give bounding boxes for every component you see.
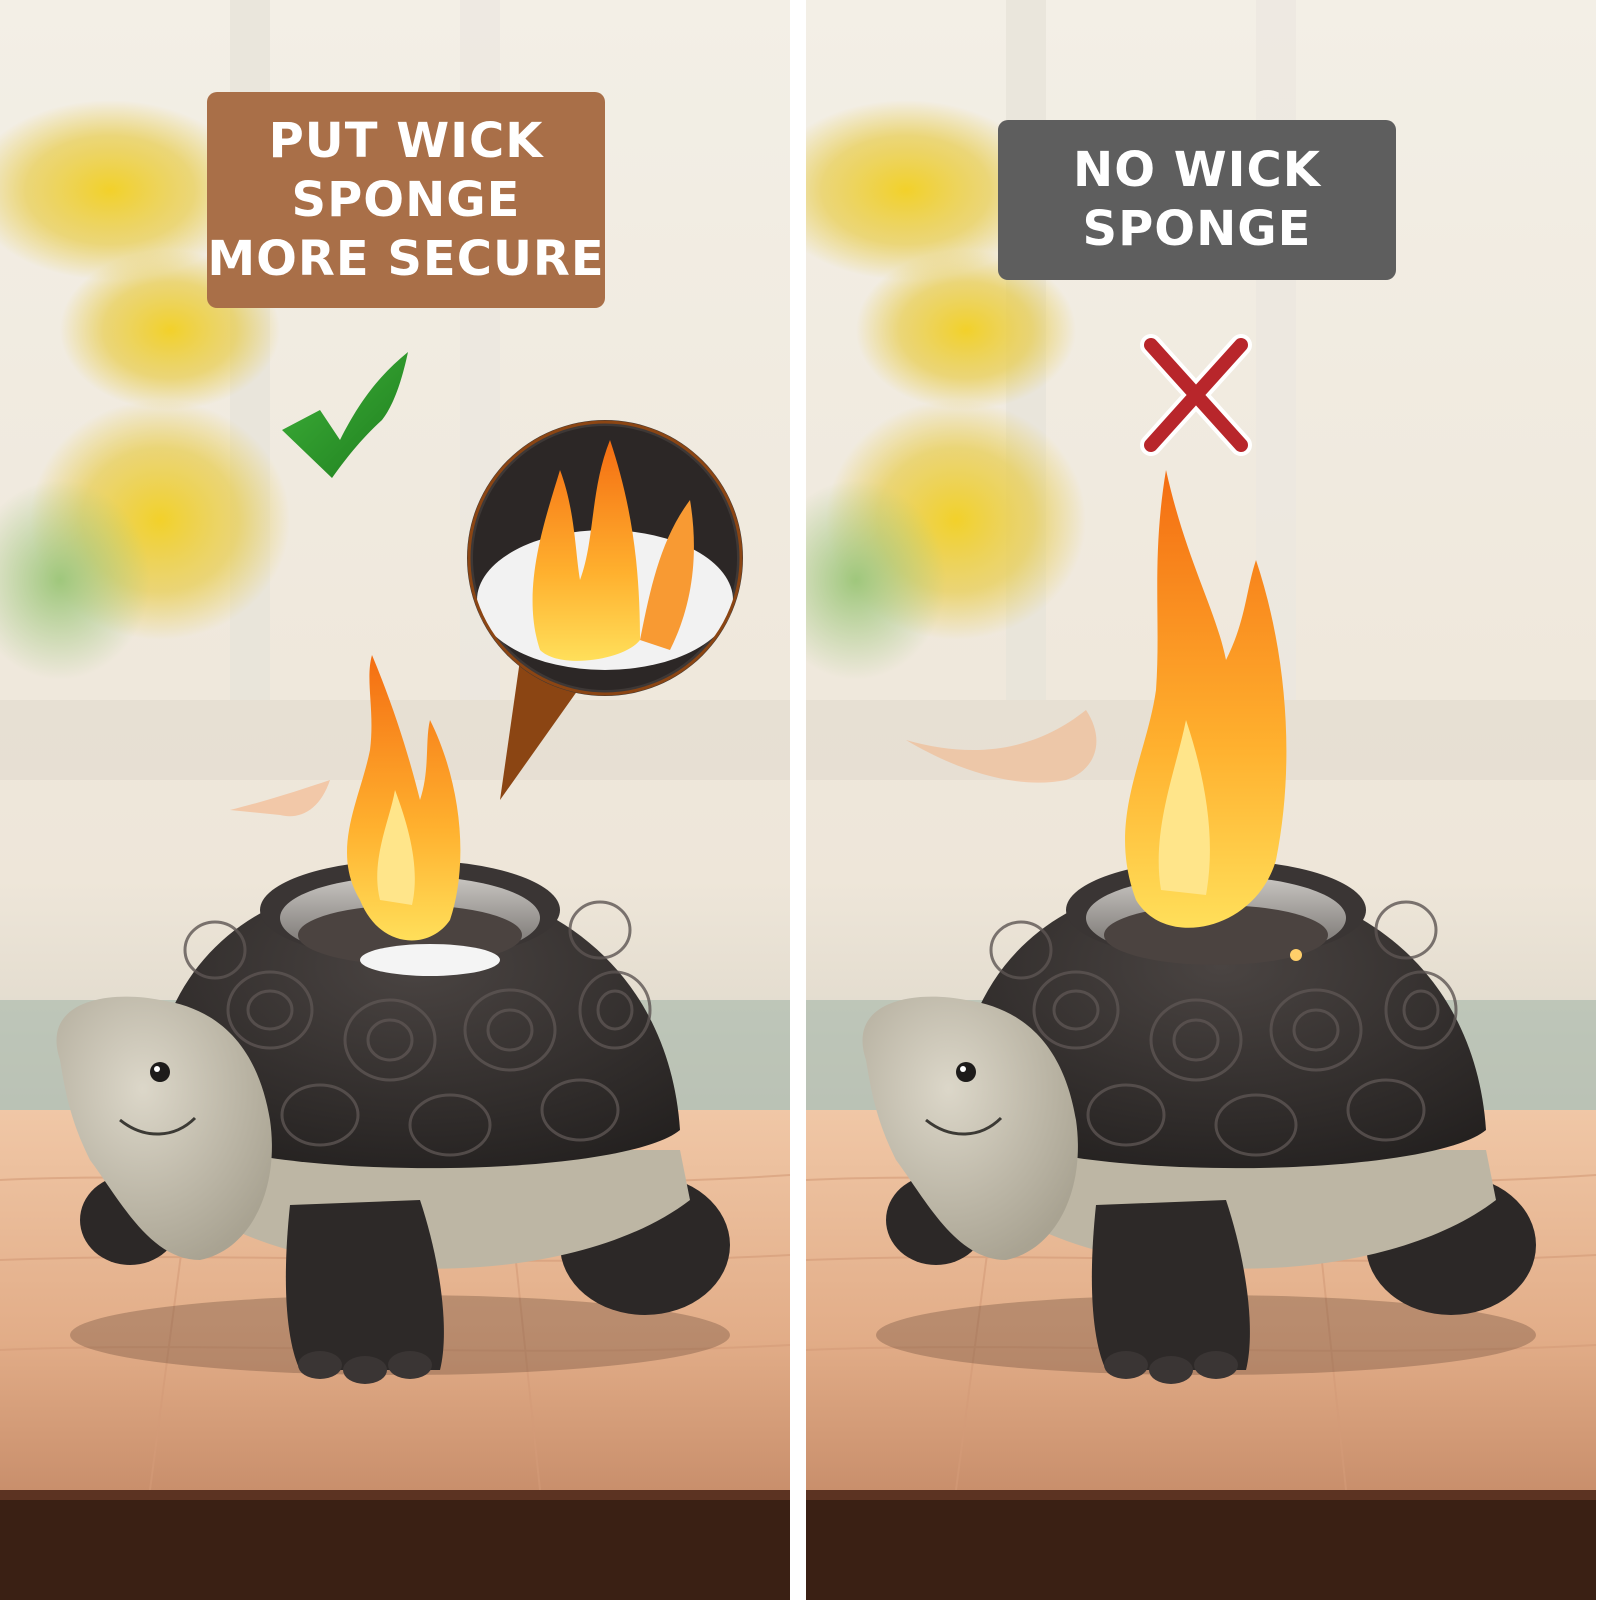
label-line: NO WICK [1073, 142, 1321, 198]
label-line: PUT WICK [268, 112, 544, 169]
panel-with-wick-sponge: PUT WICK SPONGE MORE SECURE [0, 0, 790, 1600]
label-line: MORE SECURE [207, 230, 605, 287]
panel-without-wick-sponge: NO WICK SPONGE [806, 0, 1596, 1600]
with-sponge-label: PUT WICK SPONGE MORE SECURE [207, 92, 605, 308]
panel-divider [790, 0, 806, 1600]
without-sponge-label: NO WICK SPONGE [998, 120, 1396, 280]
label-line: SPONGE [291, 171, 521, 228]
label-line: SPONGE [1082, 201, 1312, 257]
comparison-image: PUT WICK SPONGE MORE SECURE NO WICK SPON… [0, 0, 1600, 1600]
